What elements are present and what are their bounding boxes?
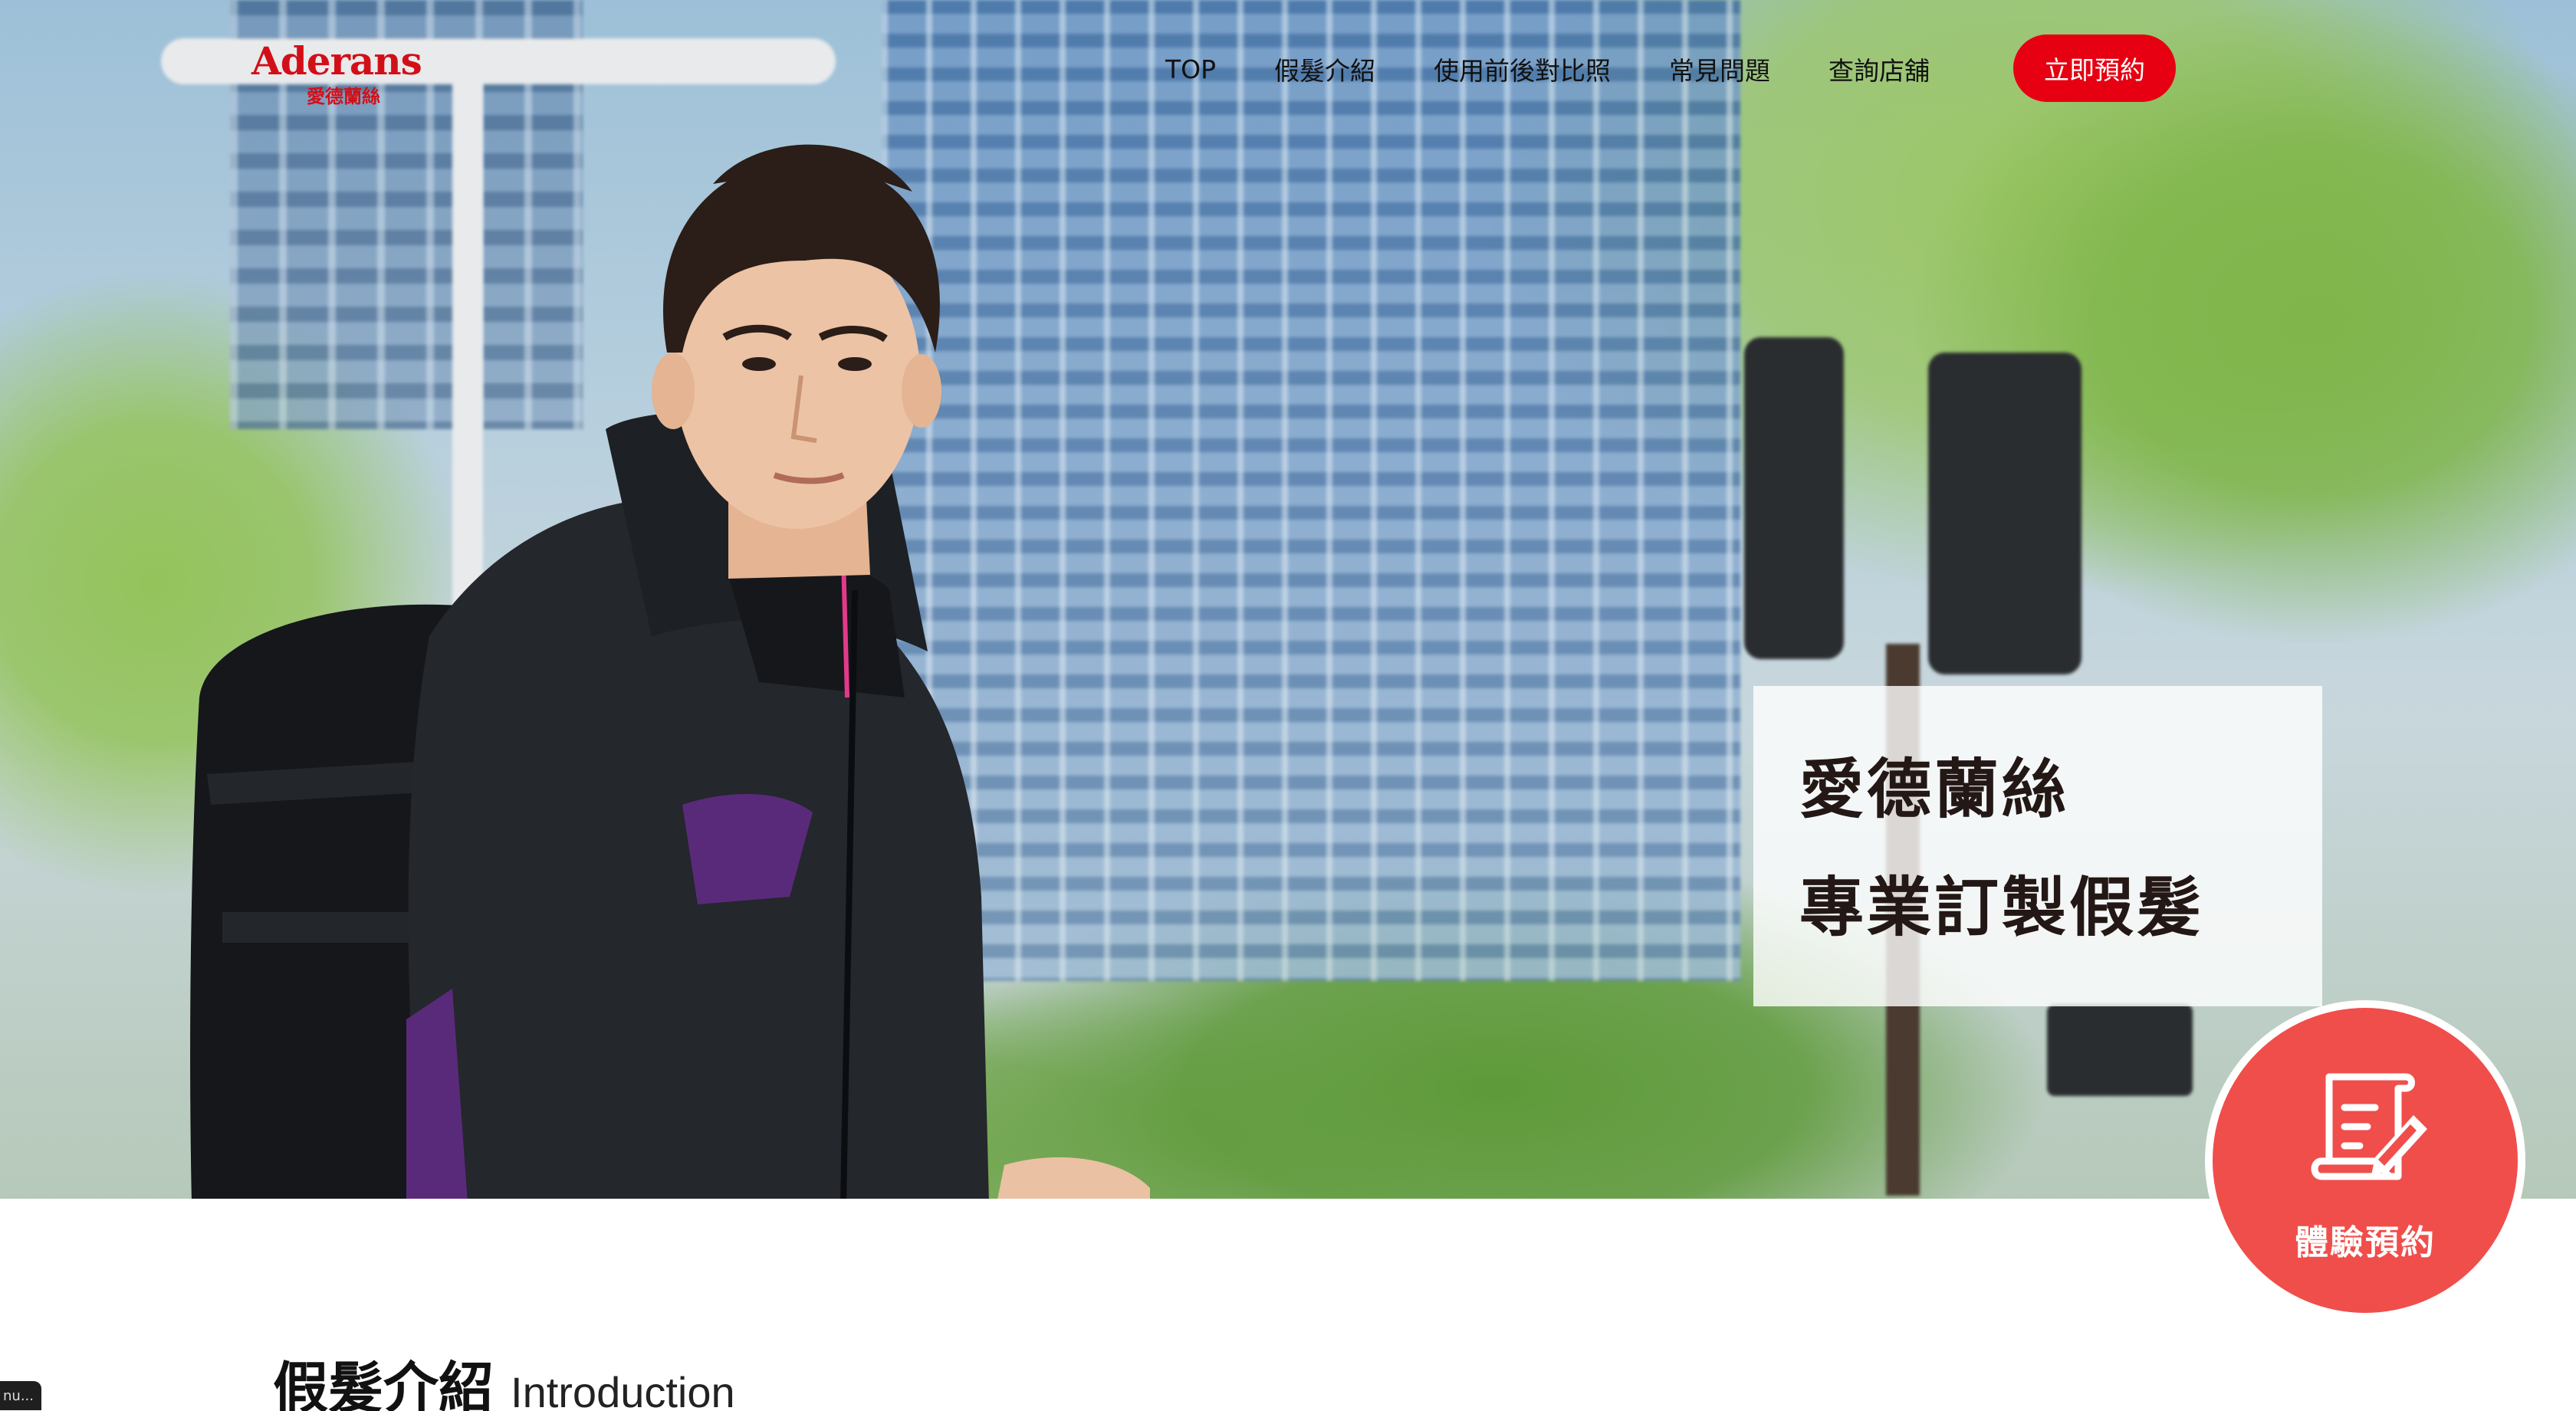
traffic-signal xyxy=(1928,353,2082,674)
trial-booking-circle: 體驗預約 xyxy=(2213,1008,2518,1313)
logo-wordmark: Aderans xyxy=(251,38,422,84)
status-chip[interactable]: nu... xyxy=(0,1381,41,1410)
nav-item-faq[interactable]: 常見問題 xyxy=(1669,51,1770,87)
section-title-zh: 假髮介紹 xyxy=(273,1355,495,1411)
traffic-signal xyxy=(1744,337,1844,659)
main-nav: TOP 假髮介紹 使用前後對比照 常見問題 查詢店舖 xyxy=(1165,37,1988,101)
book-now-button[interactable]: 立即預約 xyxy=(2013,34,2176,102)
brand-logo[interactable]: Aderans 愛德蘭絲 xyxy=(251,38,451,107)
section-title-en: Introduction xyxy=(511,1368,735,1411)
hero-tagline-brand: 愛德蘭絲 xyxy=(1799,751,2070,827)
logo-subtitle: 愛德蘭絲 xyxy=(307,85,380,107)
section-heading: 假髮介紹 Introduction xyxy=(273,1343,735,1411)
hero-tagline-box: 愛德蘭絲 專業訂製假髮 xyxy=(1753,686,2322,1006)
nav-item-introduction[interactable]: 假髮介紹 xyxy=(1274,51,1375,87)
document-pen-icon xyxy=(2311,1073,2427,1180)
nav-item-top[interactable]: TOP xyxy=(1165,54,1216,84)
traffic-signal xyxy=(2047,1004,2193,1096)
hero-image xyxy=(0,0,2576,1199)
trial-booking-badge[interactable]: 體驗預約 xyxy=(2205,1000,2525,1321)
nav-item-store-search[interactable]: 查詢店舖 xyxy=(1829,51,1930,87)
nav-item-before-after[interactable]: 使用前後對比照 xyxy=(1434,51,1611,87)
hero-tagline-service: 專業訂製假髮 xyxy=(1799,869,2205,945)
trial-booking-label: 體驗預約 xyxy=(2295,1223,2436,1262)
model-person xyxy=(190,144,1150,1199)
